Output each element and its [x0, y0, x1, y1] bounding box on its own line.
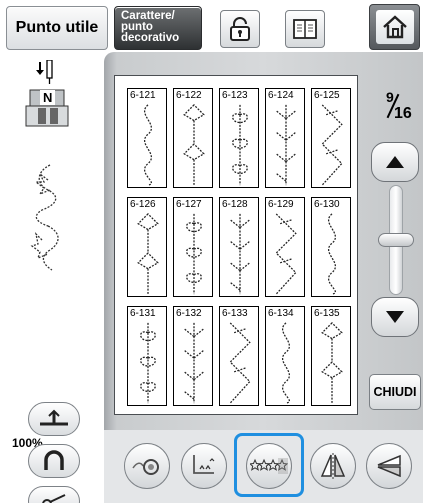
presser-foot-icon: N [24, 88, 70, 130]
pattern-number: 6-122 [176, 90, 202, 101]
stitch-pattern-icon [183, 104, 205, 186]
decorative-stitch-button[interactable]: Carattere/ punto decorativo [114, 6, 202, 50]
stitch-pattern-icon [321, 104, 343, 186]
home-button-face [375, 10, 414, 44]
pattern-number: 6-129 [268, 199, 294, 210]
stitch-pattern-icon [232, 104, 248, 186]
pattern-number: 6-130 [314, 199, 340, 210]
scissors-icon [42, 494, 66, 503]
stitch-edit-icon [193, 455, 215, 474]
sewing-machine-screen: Punto utile Carattere/ punto decorativo [0, 0, 423, 503]
stitch-pattern-icon [144, 104, 152, 186]
pattern-tile[interactable]: 6-135 [311, 306, 351, 406]
pattern-number: 6-123 [222, 90, 248, 101]
pattern-tile[interactable]: 6-125 [311, 88, 351, 188]
pattern-number: 6-121 [130, 90, 156, 101]
close-button-label: CHIUDI [373, 385, 417, 399]
pattern-tile[interactable]: 6-132 [173, 306, 213, 406]
pattern-number: 6-125 [314, 90, 340, 101]
utility-stitch-button[interactable]: Punto utile [6, 6, 108, 50]
stitch-width-button[interactable] [28, 402, 80, 436]
pattern-tile[interactable]: 6-134 [265, 306, 305, 406]
pattern-number: 6-132 [176, 308, 202, 319]
stitch-pattern-icon [229, 213, 251, 295]
manual-button[interactable] [285, 10, 325, 48]
pattern-tile[interactable]: 6-129 [265, 197, 305, 297]
stitch-pattern-icon [137, 213, 159, 295]
pattern-tile[interactable]: 6-122 [173, 88, 213, 188]
stitch-pattern-icon [229, 322, 251, 404]
decorative-label-line3: decorativo [121, 32, 180, 44]
reverse-arc-icon [44, 450, 64, 470]
page-total: 16 [394, 105, 412, 122]
stitch-pattern-icon [275, 213, 297, 295]
page-indicator: 9 16 [372, 85, 422, 135]
pattern-number: 6-134 [268, 308, 294, 319]
home-button[interactable] [369, 4, 420, 50]
pattern-tile[interactable]: 6-133 [219, 306, 259, 406]
stitch-pattern-icon [282, 322, 290, 404]
scrollbar-thumb[interactable] [378, 233, 414, 247]
stars-pattern-icon [250, 458, 288, 474]
pattern-number: 6-133 [222, 308, 248, 319]
pattern-number: 6-126 [130, 199, 156, 210]
mirror-horizontal-icon [377, 454, 401, 478]
reverse-stitch-button[interactable] [28, 444, 80, 478]
pattern-tile[interactable]: 6-124 [265, 88, 305, 188]
scroll-down-button[interactable] [371, 297, 419, 337]
stitch-pattern-icon [328, 213, 336, 295]
pattern-grid: 6-121 6-122 6-123 6-124 6-125 6-126 6-127 6-128… [114, 75, 358, 415]
book-icon [293, 19, 317, 39]
pattern-tile[interactable]: 6-128 [219, 197, 259, 297]
triangle-down-icon [386, 311, 404, 323]
thread-cutter-button[interactable] [28, 486, 80, 503]
pattern-tile[interactable]: 6-127 [173, 197, 213, 297]
lock-icon [230, 17, 250, 41]
triangle-up-icon [386, 156, 404, 168]
pattern-number: 6-127 [176, 199, 202, 210]
width-adjust-icon [40, 409, 68, 426]
close-button[interactable]: CHIUDI [369, 374, 421, 410]
pattern-number: 6-128 [222, 199, 248, 210]
pattern-number: 6-124 [268, 90, 294, 101]
stitch-edit-button[interactable] [181, 443, 227, 489]
stitch-pattern-icon [140, 322, 156, 404]
home-icon [382, 15, 407, 39]
stitch-pattern-icon [275, 104, 297, 186]
pattern-number: 6-131 [130, 308, 156, 319]
utility-stitch-label: Punto utile [15, 19, 99, 36]
pattern-tile[interactable]: 6-131 [127, 306, 167, 406]
needle-position-icon [36, 60, 53, 84]
spool-icon [132, 459, 159, 475]
pattern-tile[interactable]: 6-121 [127, 88, 167, 188]
stitch-preview-column: N 100% [0, 52, 105, 503]
mirror-horizontal-button[interactable] [366, 443, 412, 489]
pattern-tile[interactable]: 6-130 [311, 197, 351, 297]
stitch-pattern-icon [321, 322, 343, 404]
pattern-number: 6-135 [314, 308, 340, 319]
pattern-tile[interactable]: 6-126 [127, 197, 167, 297]
lock-button[interactable] [220, 10, 260, 48]
pattern-tile[interactable]: 6-123 [219, 88, 259, 188]
presser-foot-label: N [40, 90, 56, 105]
mirror-vertical-icon [320, 453, 346, 479]
stitch-pattern-icon [183, 322, 205, 404]
stitch-pattern-icon [186, 213, 202, 295]
pattern-combine-button[interactable] [246, 443, 292, 489]
scroll-up-button[interactable] [371, 142, 419, 182]
mirror-vertical-button[interactable] [310, 443, 356, 489]
stitch-preview-icon [30, 164, 59, 271]
thread-spool-button[interactable] [124, 443, 170, 489]
